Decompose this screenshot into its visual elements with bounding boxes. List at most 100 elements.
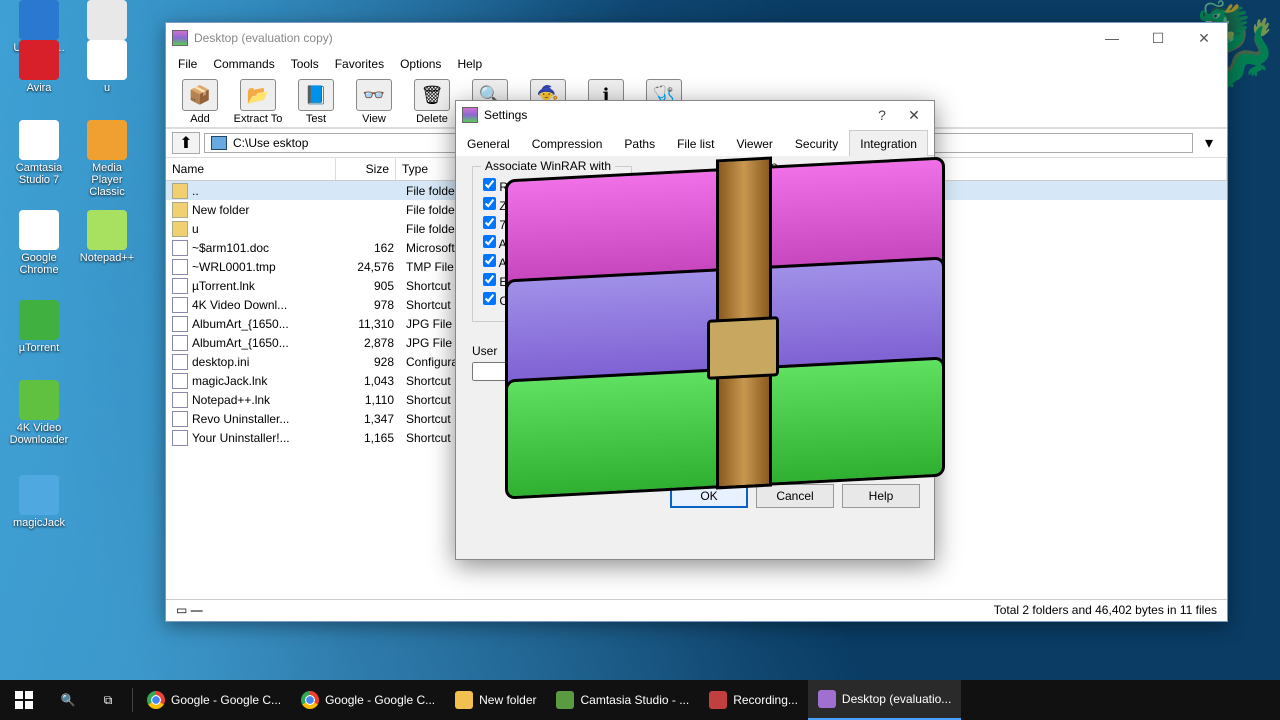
- icon-label: Camtasia Studio 7: [8, 162, 70, 186]
- app-icon: [19, 120, 59, 160]
- taskbar-item[interactable]: Google - Google C...: [137, 680, 291, 720]
- icon-label: Notepad++: [76, 252, 138, 264]
- tab-security[interactable]: Security: [784, 130, 849, 156]
- app-icon: [455, 691, 473, 709]
- taskbar: 🔍 ⧉ Google - Google C...Google - Google …: [0, 680, 1280, 720]
- app-icon: [818, 690, 836, 708]
- desktop-icon[interactable]: Notepad++: [76, 210, 138, 264]
- file-icon: [172, 183, 188, 199]
- path-text: C:\Use esktop: [233, 136, 308, 150]
- disk-icon: [211, 136, 227, 150]
- file-icon: [172, 354, 188, 370]
- dialog-titlebar[interactable]: Settings ? ✕: [456, 101, 934, 129]
- file-icon: [172, 316, 188, 332]
- desktop-icon[interactable]: Avira: [8, 40, 70, 94]
- app-icon: [19, 210, 59, 250]
- menubar: FileCommandsToolsFavoritesOptionsHelp: [166, 53, 1227, 75]
- file-icon: [172, 411, 188, 427]
- winrar-icon: [462, 107, 478, 123]
- icon-label: magicJack: [8, 517, 70, 529]
- file-icon: [172, 430, 188, 446]
- tab-file-list[interactable]: File list: [666, 130, 725, 156]
- icon-label: Avira: [8, 82, 70, 94]
- app-icon: [87, 0, 127, 40]
- app-icon: [19, 475, 59, 515]
- toolbar-add[interactable]: 📦Add: [172, 79, 228, 125]
- taskbar-item[interactable]: Camtasia Studio - ...: [546, 680, 699, 720]
- tab-general[interactable]: General: [456, 130, 521, 156]
- taskbar-item[interactable]: Recording...: [699, 680, 808, 720]
- app-icon: [19, 300, 59, 340]
- menu-tools[interactable]: Tools: [283, 53, 327, 75]
- file-icon: [172, 297, 188, 313]
- menu-commands[interactable]: Commands: [205, 53, 282, 75]
- desktop-icon[interactable]: magicJack: [8, 475, 70, 529]
- file-icon: [172, 373, 188, 389]
- file-icon: [172, 202, 188, 218]
- icon-label: Google Chrome: [8, 252, 70, 276]
- menu-options[interactable]: Options: [392, 53, 449, 75]
- file-icon: [172, 259, 188, 275]
- titlebar[interactable]: Desktop (evaluation copy) — ☐ ✕: [166, 23, 1227, 53]
- tab-viewer[interactable]: Viewer: [725, 130, 783, 156]
- taskbar-item[interactable]: New folder: [445, 680, 546, 720]
- close-button[interactable]: ✕: [898, 107, 930, 124]
- desktop-icon[interactable]: Google Chrome: [8, 210, 70, 276]
- help-button[interactable]: ?: [866, 107, 898, 124]
- delete-icon: 🗑: [414, 79, 450, 111]
- taskbar-item[interactable]: Desktop (evaluatio...: [808, 680, 961, 720]
- toolbar-view[interactable]: 👓View: [346, 79, 402, 125]
- desktop-icon[interactable]: Media Player Classic: [76, 120, 138, 198]
- menu-file[interactable]: File: [170, 53, 205, 75]
- start-button[interactable]: [0, 680, 48, 720]
- tab-paths[interactable]: Paths: [613, 130, 666, 156]
- toolbar-test[interactable]: 📘Test: [288, 79, 344, 125]
- user-label: User: [472, 344, 497, 358]
- menu-favorites[interactable]: Favorites: [327, 53, 392, 75]
- taskbar-item[interactable]: Google - Google C...: [291, 680, 445, 720]
- toolbar-extract-to[interactable]: 📂Extract To: [230, 79, 286, 125]
- desktop-icon[interactable]: µTorrent: [8, 300, 70, 354]
- app-icon: [19, 40, 59, 80]
- app-icon: [19, 380, 59, 420]
- icon-label: 4K Video Downloader: [8, 422, 70, 446]
- file-icon: [172, 335, 188, 351]
- col-name[interactable]: Name: [166, 158, 336, 180]
- status-bar: ▭ ⎯⎯ Total 2 folders and 46,402 bytes in…: [166, 599, 1227, 621]
- app-icon: [556, 691, 574, 709]
- winrar-icon: [172, 30, 188, 46]
- icon-label: µTorrent: [8, 342, 70, 354]
- file-icon: [172, 221, 188, 237]
- chrome-icon: [301, 691, 319, 709]
- test-icon: 📘: [298, 79, 334, 111]
- file-icon: [172, 240, 188, 256]
- app-icon: [87, 120, 127, 160]
- file-icon: [172, 278, 188, 294]
- maximize-button[interactable]: ☐: [1135, 23, 1181, 53]
- app-icon: [709, 691, 727, 709]
- add-icon: 📦: [182, 79, 218, 111]
- desktop-icon[interactable]: u: [76, 40, 138, 94]
- search-icon[interactable]: 🔍: [48, 693, 88, 707]
- app-icon: [87, 210, 127, 250]
- window-title: Desktop (evaluation copy): [194, 31, 333, 45]
- tab-compression[interactable]: Compression: [521, 130, 614, 156]
- dialog-title: Settings: [484, 108, 527, 122]
- view-icon: 👓: [356, 79, 392, 111]
- app-icon: [87, 40, 127, 80]
- toolbar-delete[interactable]: 🗑Delete: [404, 79, 460, 125]
- desktop-icon[interactable]: Camtasia Studio 7: [8, 120, 70, 186]
- col-size[interactable]: Size: [336, 158, 396, 180]
- task-view-icon[interactable]: ⧉: [88, 693, 128, 708]
- settings-tabs: GeneralCompressionPathsFile listViewerSe…: [456, 129, 934, 156]
- icon-label: Media Player Classic: [76, 162, 138, 198]
- dropdown-icon[interactable]: ▾: [1197, 133, 1221, 153]
- desktop-icon[interactable]: 4K Video Downloader: [8, 380, 70, 446]
- menu-help[interactable]: Help: [449, 53, 490, 75]
- file-icon: [172, 392, 188, 408]
- up-button[interactable]: ⬆: [172, 132, 200, 154]
- tab-integration[interactable]: Integration: [849, 130, 928, 156]
- close-button[interactable]: ✕: [1181, 23, 1227, 53]
- minimize-button[interactable]: —: [1089, 23, 1135, 53]
- winrar-archive-artwork: [505, 168, 945, 488]
